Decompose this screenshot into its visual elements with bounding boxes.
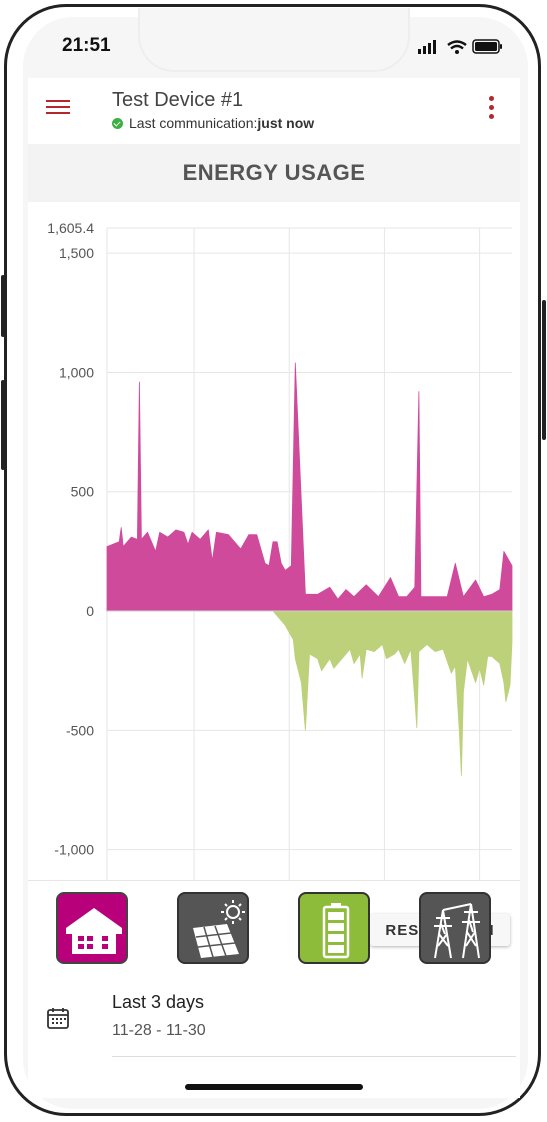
solar-panel-icon (193, 900, 245, 958)
status-icons (418, 39, 502, 54)
date-range-title: Last 3 days (112, 992, 205, 1012)
more-options-icon[interactable] (484, 96, 498, 124)
status-time: 21:51 (62, 35, 111, 56)
power-button (542, 300, 546, 440)
y-tick-label: -1,000 (54, 842, 94, 858)
status-ok-icon (112, 118, 123, 129)
comm-value: just now (257, 115, 315, 131)
y-tick-label: 500 (71, 484, 95, 500)
series-area-0 (106, 362, 513, 612)
source-selector (28, 892, 520, 966)
energy-chart[interactable]: 1,605.41,5001,0005000-500-1,000-1,261.52… (28, 202, 520, 946)
grid-source-button[interactable] (419, 892, 491, 964)
volume-down-button (1, 380, 5, 470)
date-range-selector[interactable]: Last 3 days 11-28 - 11-30 (28, 984, 520, 1064)
last-communication: Last communication:just now (112, 115, 314, 131)
wifi-icon (447, 40, 467, 54)
app-bar: Test Device #1 Last communication:just n… (28, 78, 520, 144)
device-name: Test Device #1 (112, 89, 244, 111)
app-screen: Test Device #1 Last communication:just n… (28, 78, 520, 1098)
section-title: ENERGY USAGE (182, 160, 366, 185)
comm-label: Last communication: (129, 115, 258, 131)
battery-icon (322, 903, 350, 959)
y-tick-label: 1,000 (59, 364, 94, 380)
battery-source-button[interactable] (298, 892, 370, 964)
house-icon (66, 908, 122, 954)
y-tick-label: 1,500 (59, 245, 94, 261)
solar-source-button[interactable] (177, 892, 249, 964)
y-tick-label: 1,605.4 (47, 220, 94, 236)
divider (28, 880, 520, 881)
section-header: ENERGY USAGE (28, 144, 520, 202)
y-tick-label: 0 (86, 603, 94, 619)
date-range-value: 11-28 - 11-30 (112, 1022, 206, 1039)
signal-icon (418, 40, 436, 54)
home-indicator[interactable] (185, 1084, 363, 1090)
notch (138, 8, 410, 72)
power-pylon-icon (434, 903, 480, 959)
y-tick-label: -500 (66, 722, 94, 738)
volume-up-button (1, 275, 5, 337)
battery-status-icon (472, 39, 502, 54)
energy-chart-svg[interactable]: 1,605.41,5001,0005000-500-1,000-1,261.52… (28, 202, 520, 938)
series-area-1 (272, 610, 513, 776)
calendar-icon (47, 1008, 69, 1029)
home-source-button[interactable] (56, 892, 128, 964)
divider (112, 1056, 516, 1057)
hamburger-menu-icon[interactable] (46, 100, 70, 118)
